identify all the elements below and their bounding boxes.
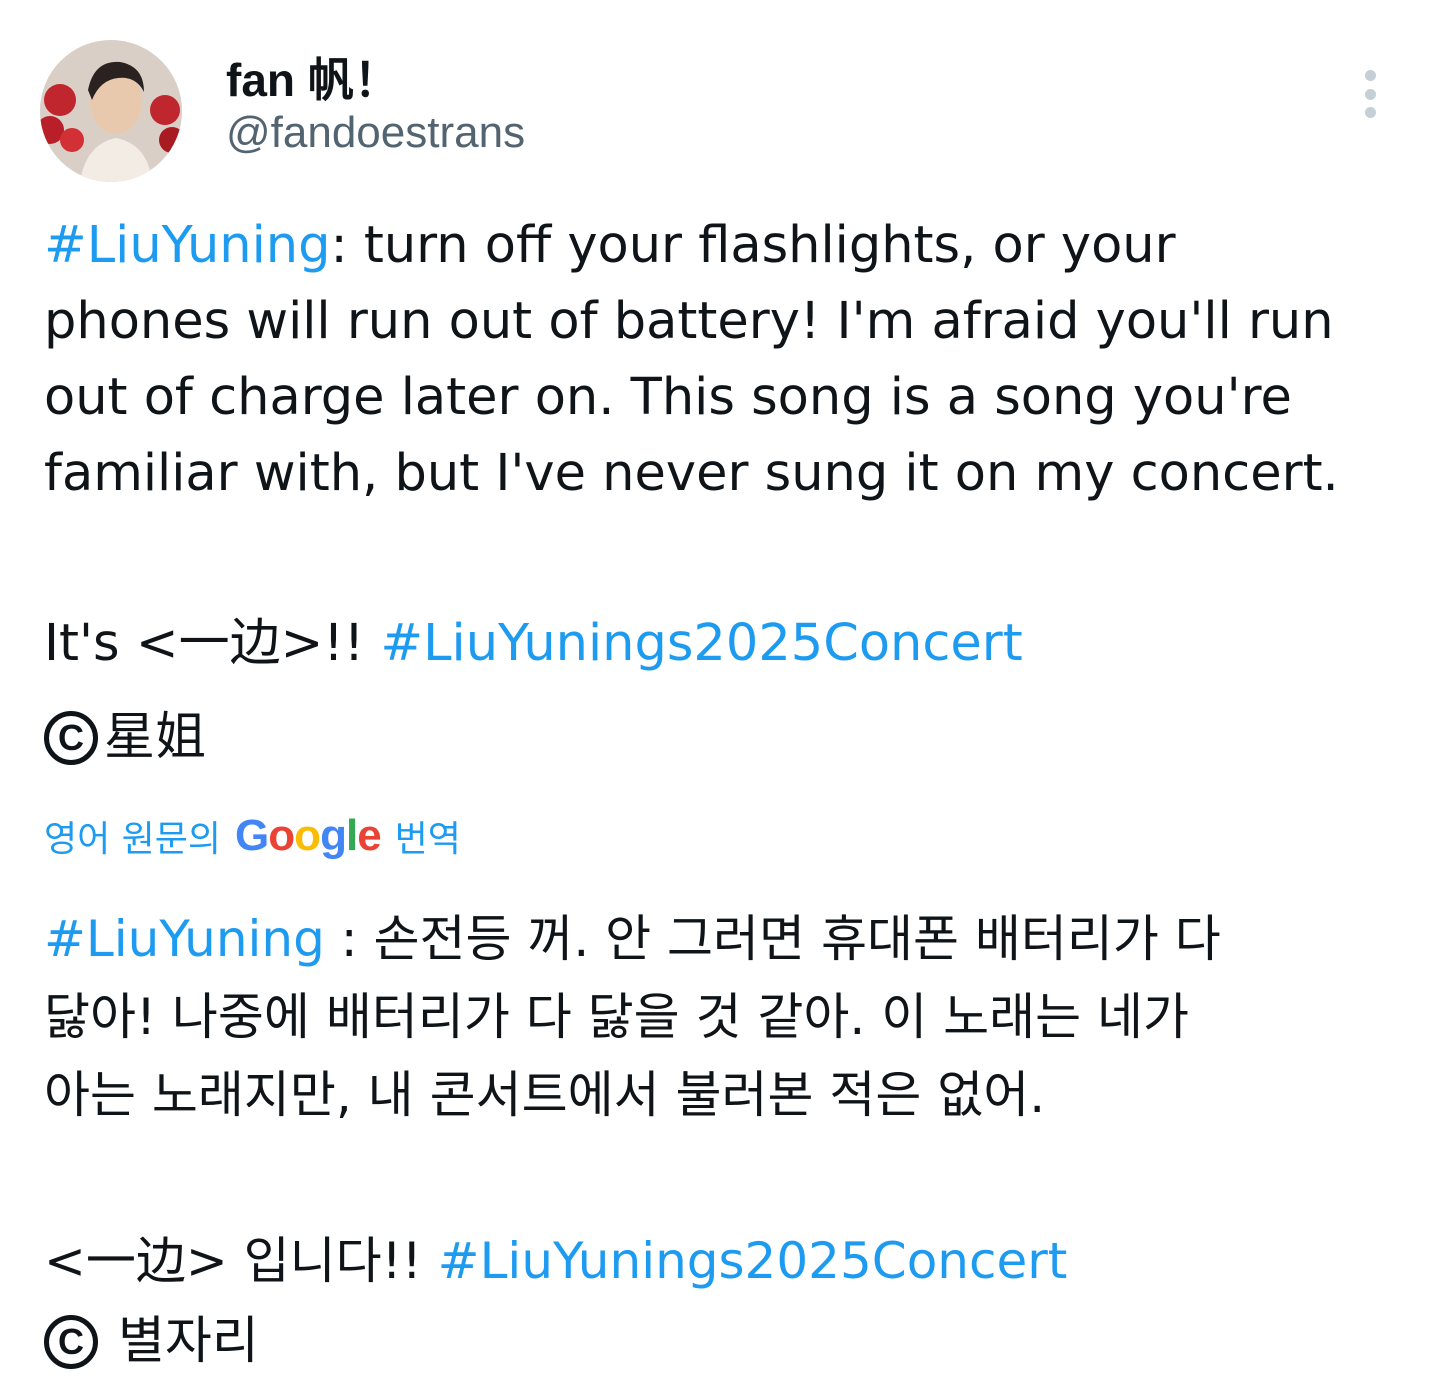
hashtag-link[interactable]: #LiuYuning — [44, 216, 330, 275]
translated-credit-name: 별자리 — [118, 1312, 259, 1371]
google-logo-letter: G — [235, 811, 269, 860]
translate-label-suffix: 번역 — [394, 819, 461, 860]
more-vertical-icon-dot — [1364, 88, 1376, 100]
translated-line-3: 아는 노래지만, 내 콘서트에서 불러본 적은 없어. — [44, 1066, 1046, 1124]
google-logo-letter: o — [294, 811, 321, 860]
translated-line-4: <一边> 입니다!! #LiuYunings2025Concert — [44, 1222, 1414, 1300]
translated-text-tail: <一边> 입니다!! #LiuYunings2025Concert — [44, 1222, 1414, 1300]
credit-name: 星姐 — [104, 708, 207, 767]
tweet-line-4: familiar with, but I've never sung it on… — [44, 444, 1339, 503]
google-logo-letter: o — [268, 811, 295, 860]
translated-text: #LiuYuning : 손전등 꺼. 안 그러면 휴대폰 배터리가 다 닳아!… — [44, 900, 1414, 1134]
translate-attribution[interactable]: 영어 원문의 Google 번역 — [44, 808, 461, 864]
photo-credit: C 星姐 — [44, 700, 206, 776]
tweet-line-1: #LiuYuning: turn off your flashlights, o… — [44, 208, 1414, 284]
hashtag-link[interactable]: #LiuYunings2025Concert — [438, 1232, 1068, 1290]
avatar[interactable] — [40, 40, 182, 182]
tweet-line-2: phones will run out of battery! I'm afra… — [44, 292, 1334, 351]
display-name[interactable]: fan 帆！ — [226, 44, 400, 110]
copyright-icon: C — [44, 711, 98, 765]
tweet-line-5: It's <一边>!! #LiuYunings2025Concert — [44, 606, 1414, 682]
google-logo-letter: l — [345, 811, 358, 860]
more-vertical-icon — [1364, 70, 1376, 81]
google-logo: Google — [235, 811, 382, 861]
translated-text-segment: : 손전등 꺼. 안 그러면 휴대폰 배터리가 다 — [324, 910, 1221, 968]
user-handle[interactable]: @fandoestrans — [226, 108, 525, 158]
copyright-icon: C — [44, 1315, 98, 1369]
translated-photo-credit: C 별자리 — [44, 1304, 259, 1380]
tweet-text-segment: It's <一边>!! — [44, 614, 381, 673]
google-logo-letter: e — [357, 811, 382, 860]
tweet-text-tail: It's <一边>!! #LiuYunings2025Concert — [44, 606, 1414, 682]
google-logo-letter: g — [320, 811, 347, 860]
tweet-text-segment: : turn off your flashlights, or your — [330, 216, 1176, 275]
translated-line-1: #LiuYuning : 손전등 꺼. 안 그러면 휴대폰 배터리가 다 — [44, 900, 1414, 978]
translate-label-prefix: 영어 원문의 — [44, 819, 222, 860]
more-vertical-icon-dot — [1364, 107, 1376, 118]
hashtag-link[interactable]: #LiuYuning — [44, 910, 325, 968]
more-options-button[interactable] — [1350, 66, 1390, 122]
translated-text-segment: <一边> 입니다!! — [44, 1232, 438, 1290]
tweet-text: #LiuYuning: turn off your flashlights, o… — [44, 208, 1414, 512]
avatar-image — [40, 40, 182, 182]
hashtag-link[interactable]: #LiuYunings2025Concert — [380, 614, 1022, 673]
translated-line-2: 닳아! 나중에 배터리가 다 닳을 것 같아. 이 노래는 네가 — [44, 988, 1189, 1046]
tweet-line-3: out of charge later on. This song is a s… — [44, 368, 1292, 427]
